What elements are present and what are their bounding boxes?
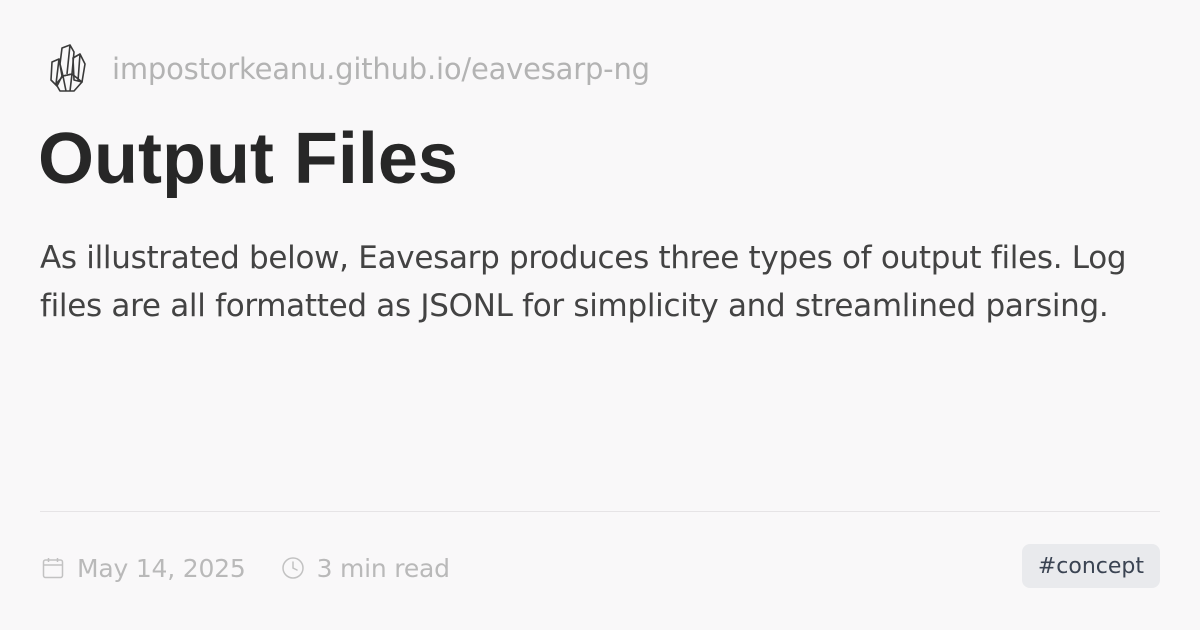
article-meta: May 14, 2025 3 min read <box>40 546 484 590</box>
publish-date: May 14, 2025 <box>40 554 246 583</box>
site-header: impostorkeanu.github.io/eavesarp-ng <box>40 40 650 98</box>
page-title: Output Files <box>38 119 458 199</box>
clock-icon <box>280 555 306 581</box>
divider <box>40 511 1160 512</box>
site-url-link[interactable]: impostorkeanu.github.io/eavesarp-ng <box>112 52 650 86</box>
read-time-text: 3 min read <box>316 553 450 583</box>
tag-concept[interactable]: #concept <box>1021 544 1160 588</box>
crystal-cluster-icon[interactable] <box>40 41 96 97</box>
calendar-icon <box>40 555 66 581</box>
publish-date-text: May 14, 2025 <box>77 553 246 583</box>
read-time: 3 min read <box>280 554 450 583</box>
article-description: As illustrated below, Eavesarp produces … <box>40 240 1127 324</box>
